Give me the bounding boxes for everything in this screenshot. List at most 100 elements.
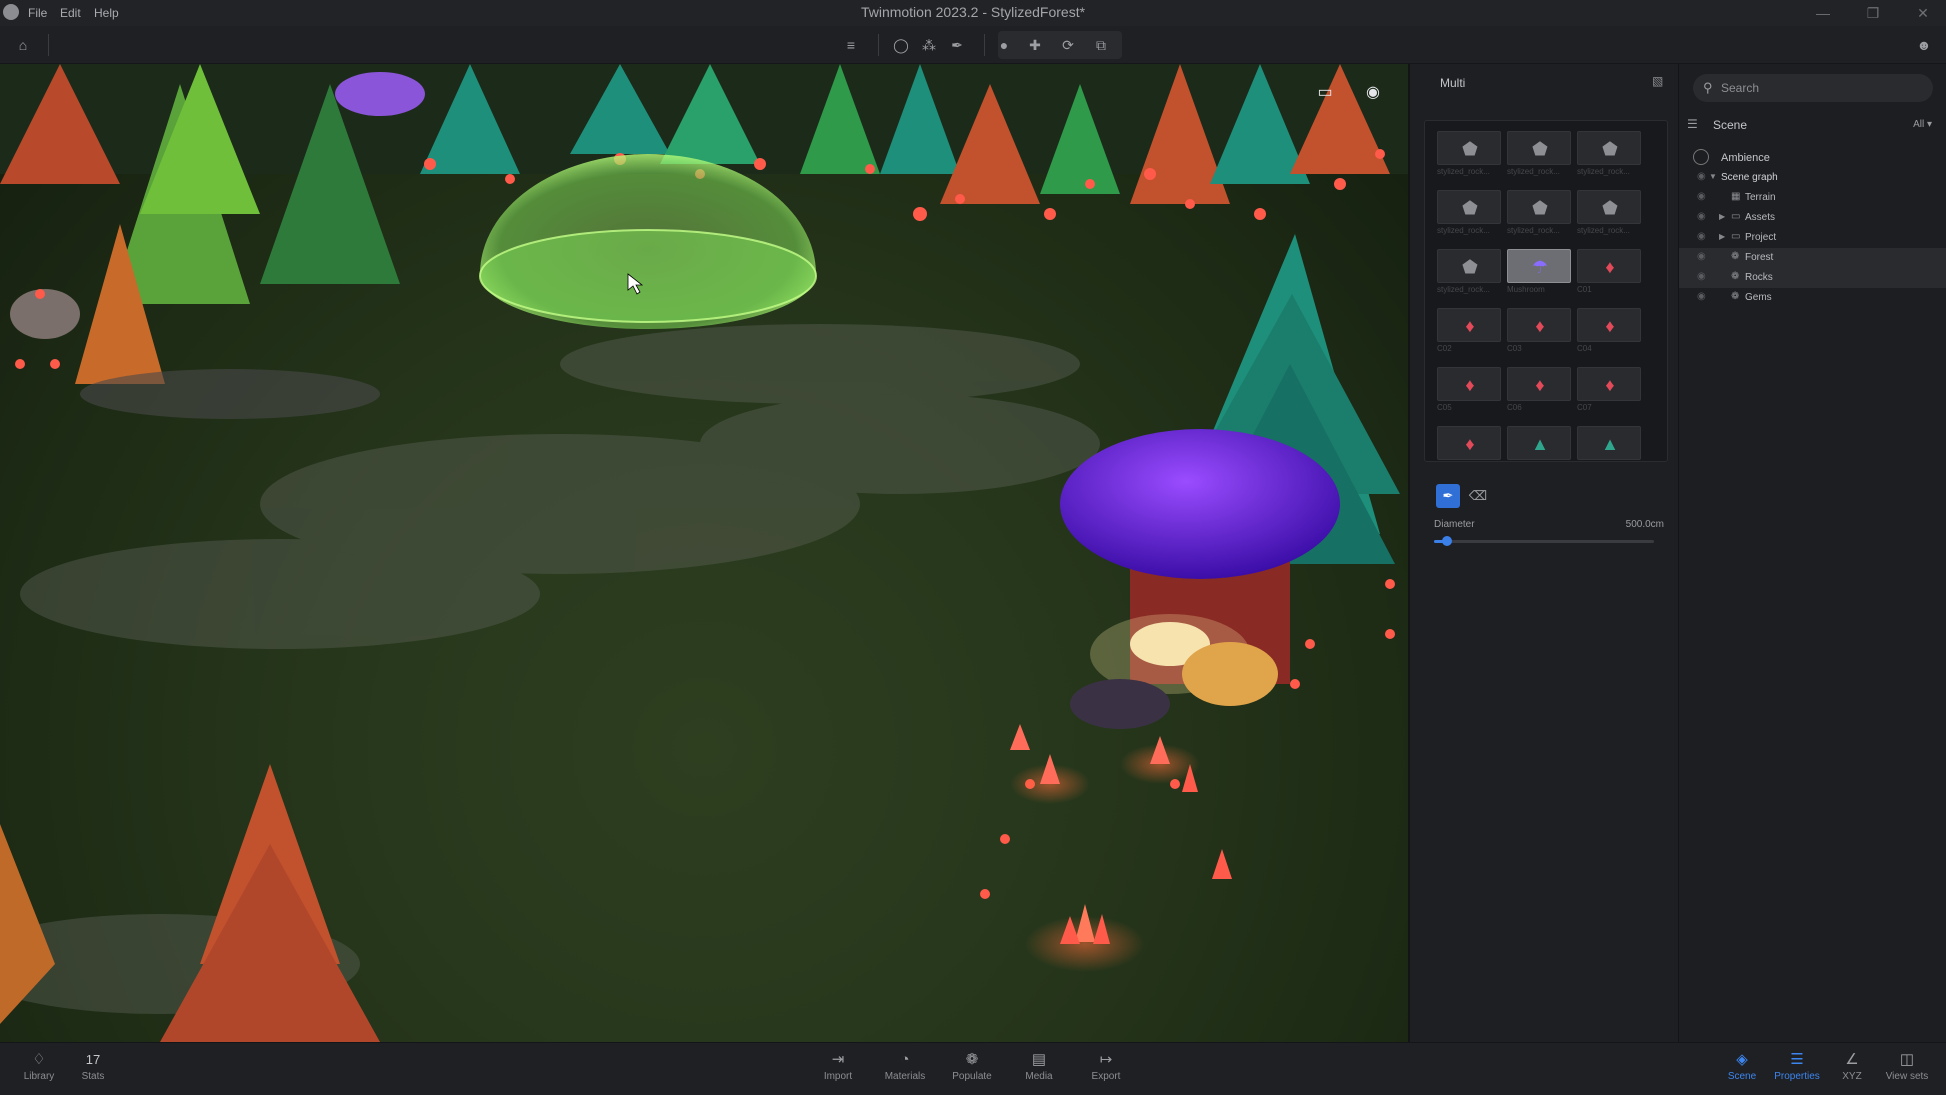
scene-filter-dropdown[interactable]: All ▾: [1913, 119, 1932, 130]
tree-node-assets[interactable]: ◉ ▶ ▭ Assets: [1679, 208, 1946, 228]
search-icon: ⚲: [1703, 80, 1713, 95]
asset-thumbnail[interactable]: ♦ C04: [1575, 306, 1643, 364]
visibility-icon[interactable]: ◉: [1697, 251, 1706, 262]
user-icon[interactable]: ☻: [1913, 34, 1935, 56]
scatter-icon[interactable]: ⁂: [918, 34, 940, 56]
materials-button[interactable]: ◔ Materials: [875, 1051, 935, 1082]
view-sets-label: View sets: [1885, 1071, 1929, 1082]
properties-button[interactable]: ☰ Properties: [1767, 1051, 1827, 1082]
select-icon[interactable]: ●: [993, 34, 1015, 56]
caret-down-icon[interactable]: ▼: [1709, 172, 1717, 181]
eye-icon[interactable]: ◉: [1360, 82, 1386, 104]
close-icon[interactable]: ✕: [1912, 2, 1934, 24]
asset-thumbnail[interactable]: ♦ C07: [1575, 365, 1643, 423]
scene-filter-label: All: [1913, 119, 1925, 130]
panel-toggle-icon[interactable]: ▭: [1312, 82, 1338, 104]
title-bar: File Edit Help Twinmotion 2023.2 - Styli…: [0, 0, 1946, 26]
3d-viewport[interactable]: ▭ ◉: [0, 64, 1408, 1042]
library-button[interactable]: ♢ Library: [9, 1051, 69, 1082]
xyz-button[interactable]: ∠ XYZ: [1822, 1051, 1882, 1082]
caret-right-icon[interactable]: ▶: [1719, 212, 1725, 221]
crystal-icon: ♦: [1605, 257, 1615, 277]
asset-preview: ▲: [1577, 426, 1641, 460]
asset-thumbnail[interactable]: ♦: [1435, 424, 1503, 461]
tree-node-label: Rocks: [1745, 272, 1773, 283]
asset-label: stylized_rock...: [1507, 167, 1560, 176]
visibility-icon[interactable]: ◉: [1697, 271, 1706, 282]
globe-icon: [1693, 149, 1709, 165]
ambience-row[interactable]: Ambience: [1679, 148, 1946, 168]
toolbar: ⌂ ≡ ◯ ⁂ ✒ ● ✚ ⟳ ⧉ ☻: [0, 26, 1946, 64]
visibility-icon[interactable]: ◉: [1697, 291, 1706, 302]
rotate-icon[interactable]: ⟳: [1057, 34, 1079, 56]
circle-brush-icon[interactable]: ◯: [890, 34, 912, 56]
asset-thumbnail[interactable]: ⬟ stylized_rock...: [1435, 188, 1503, 246]
tree-node-rocks[interactable]: ◉ ❁ Rocks: [1679, 268, 1946, 288]
visibility-icon[interactable]: ◉: [1697, 211, 1706, 222]
diameter-label: Diameter: [1434, 519, 1475, 530]
asset-grid: ⬟ stylized_rock... ⬟ stylized_rock... ⬟ styli…: [1424, 120, 1668, 462]
asset-preview: ⬟: [1507, 131, 1571, 165]
search-box[interactable]: ⚲: [1693, 74, 1933, 102]
asset-preview: ♦: [1577, 308, 1641, 342]
diameter-slider[interactable]: [1434, 536, 1654, 546]
asset-thumbnail[interactable]: ⬟ stylized_rock...: [1505, 188, 1573, 246]
asset-thumbnail[interactable]: ♦ C03: [1505, 306, 1573, 364]
tree-node-gems[interactable]: ◉ ❁ Gems: [1679, 288, 1946, 308]
asset-preview: ♦: [1577, 249, 1641, 283]
populate-button[interactable]: ❁ Populate: [942, 1051, 1002, 1082]
eyedropper-icon[interactable]: ✒: [946, 34, 968, 56]
crystal-icon: ♦: [1465, 316, 1475, 336]
asset-thumbnail[interactable]: ⬟ stylized_rock...: [1575, 188, 1643, 246]
eraser-icon[interactable]: ⌫: [1466, 484, 1490, 508]
asset-thumbnail[interactable]: ▲: [1575, 424, 1643, 461]
asset-thumbnail[interactable]: ☂ Mushroom: [1505, 247, 1573, 305]
asset-label: Mushroom: [1507, 285, 1545, 294]
ambience-label: Ambience: [1721, 152, 1770, 164]
asset-thumbnail[interactable]: ♦ C02: [1435, 306, 1503, 364]
restore-icon[interactable]: ❐: [1862, 2, 1884, 24]
stone-path: [0, 324, 1100, 1014]
asset-thumbnail[interactable]: ♦ C01: [1575, 247, 1643, 305]
library-icon: ♢: [32, 1051, 46, 1068]
visibility-icon[interactable]: ◉: [1697, 191, 1706, 202]
stats-button[interactable]: 17 Stats: [63, 1051, 123, 1082]
export-button[interactable]: ↦ Export: [1076, 1051, 1136, 1082]
scale-icon[interactable]: ⧉: [1090, 34, 1112, 56]
visibility-icon[interactable]: ◉: [1697, 231, 1706, 242]
asset-thumbnail[interactable]: ⬟ stylized_rock...: [1505, 129, 1573, 187]
rock-icon: ⬟: [1532, 198, 1548, 218]
asset-thumbnail[interactable]: ▲: [1505, 424, 1573, 461]
tree-node-project[interactable]: ◉ ▶ ▭ Project: [1679, 228, 1946, 248]
asset-label: stylized_rock...: [1577, 167, 1630, 176]
diameter-slider-thumb[interactable]: [1442, 536, 1453, 546]
tree-node-scene-graph[interactable]: ◉ ▼ Scene graph: [1679, 168, 1946, 188]
asset-thumbnail[interactable]: ♦ C06: [1505, 365, 1573, 423]
paint-brush-icon[interactable]: ✒: [1436, 484, 1460, 508]
tree-node-forest[interactable]: ◉ ❁ Forest: [1679, 248, 1946, 268]
media-button[interactable]: ▤ Media: [1009, 1051, 1069, 1082]
move-icon[interactable]: ✚: [1024, 34, 1046, 56]
view-sets-button[interactable]: ◫ View sets: [1877, 1051, 1937, 1082]
layers-icon[interactable]: ≡: [840, 34, 862, 56]
search-input[interactable]: [1721, 79, 1921, 97]
asset-thumbnail[interactable]: ⬟ stylized_rock...: [1435, 247, 1503, 305]
asset-thumbnail[interactable]: ⬟ stylized_rock...: [1575, 129, 1643, 187]
tree-node-terrain[interactable]: ◉ ▦ Terrain: [1679, 188, 1946, 208]
scene-menu-icon[interactable]: ☰: [1687, 117, 1698, 131]
folder-icon: ▭: [1731, 231, 1741, 242]
asset-thumbnail[interactable]: ♦ C05: [1435, 365, 1503, 423]
visibility-icon[interactable]: ◉: [1697, 171, 1706, 182]
scene-button[interactable]: ◈ Scene: [1712, 1051, 1772, 1082]
lock-icon[interactable]: ▧: [1652, 74, 1666, 90]
window-title: Twinmotion 2023.2 - StylizedForest*: [860, 4, 1086, 20]
import-button[interactable]: ⇥ Import: [808, 1051, 868, 1082]
rock-icon: ⬟: [1462, 257, 1478, 277]
asset-preview: ♦: [1507, 367, 1571, 401]
minimize-icon[interactable]: —: [1812, 2, 1834, 24]
caret-right-icon[interactable]: ▶: [1719, 232, 1725, 241]
home-icon[interactable]: ⌂: [12, 34, 34, 56]
asset-thumbnail[interactable]: ⬟ stylized_rock...: [1435, 129, 1503, 187]
toolbar-separator: [878, 34, 879, 56]
asset-preview: ⬟: [1437, 131, 1501, 165]
